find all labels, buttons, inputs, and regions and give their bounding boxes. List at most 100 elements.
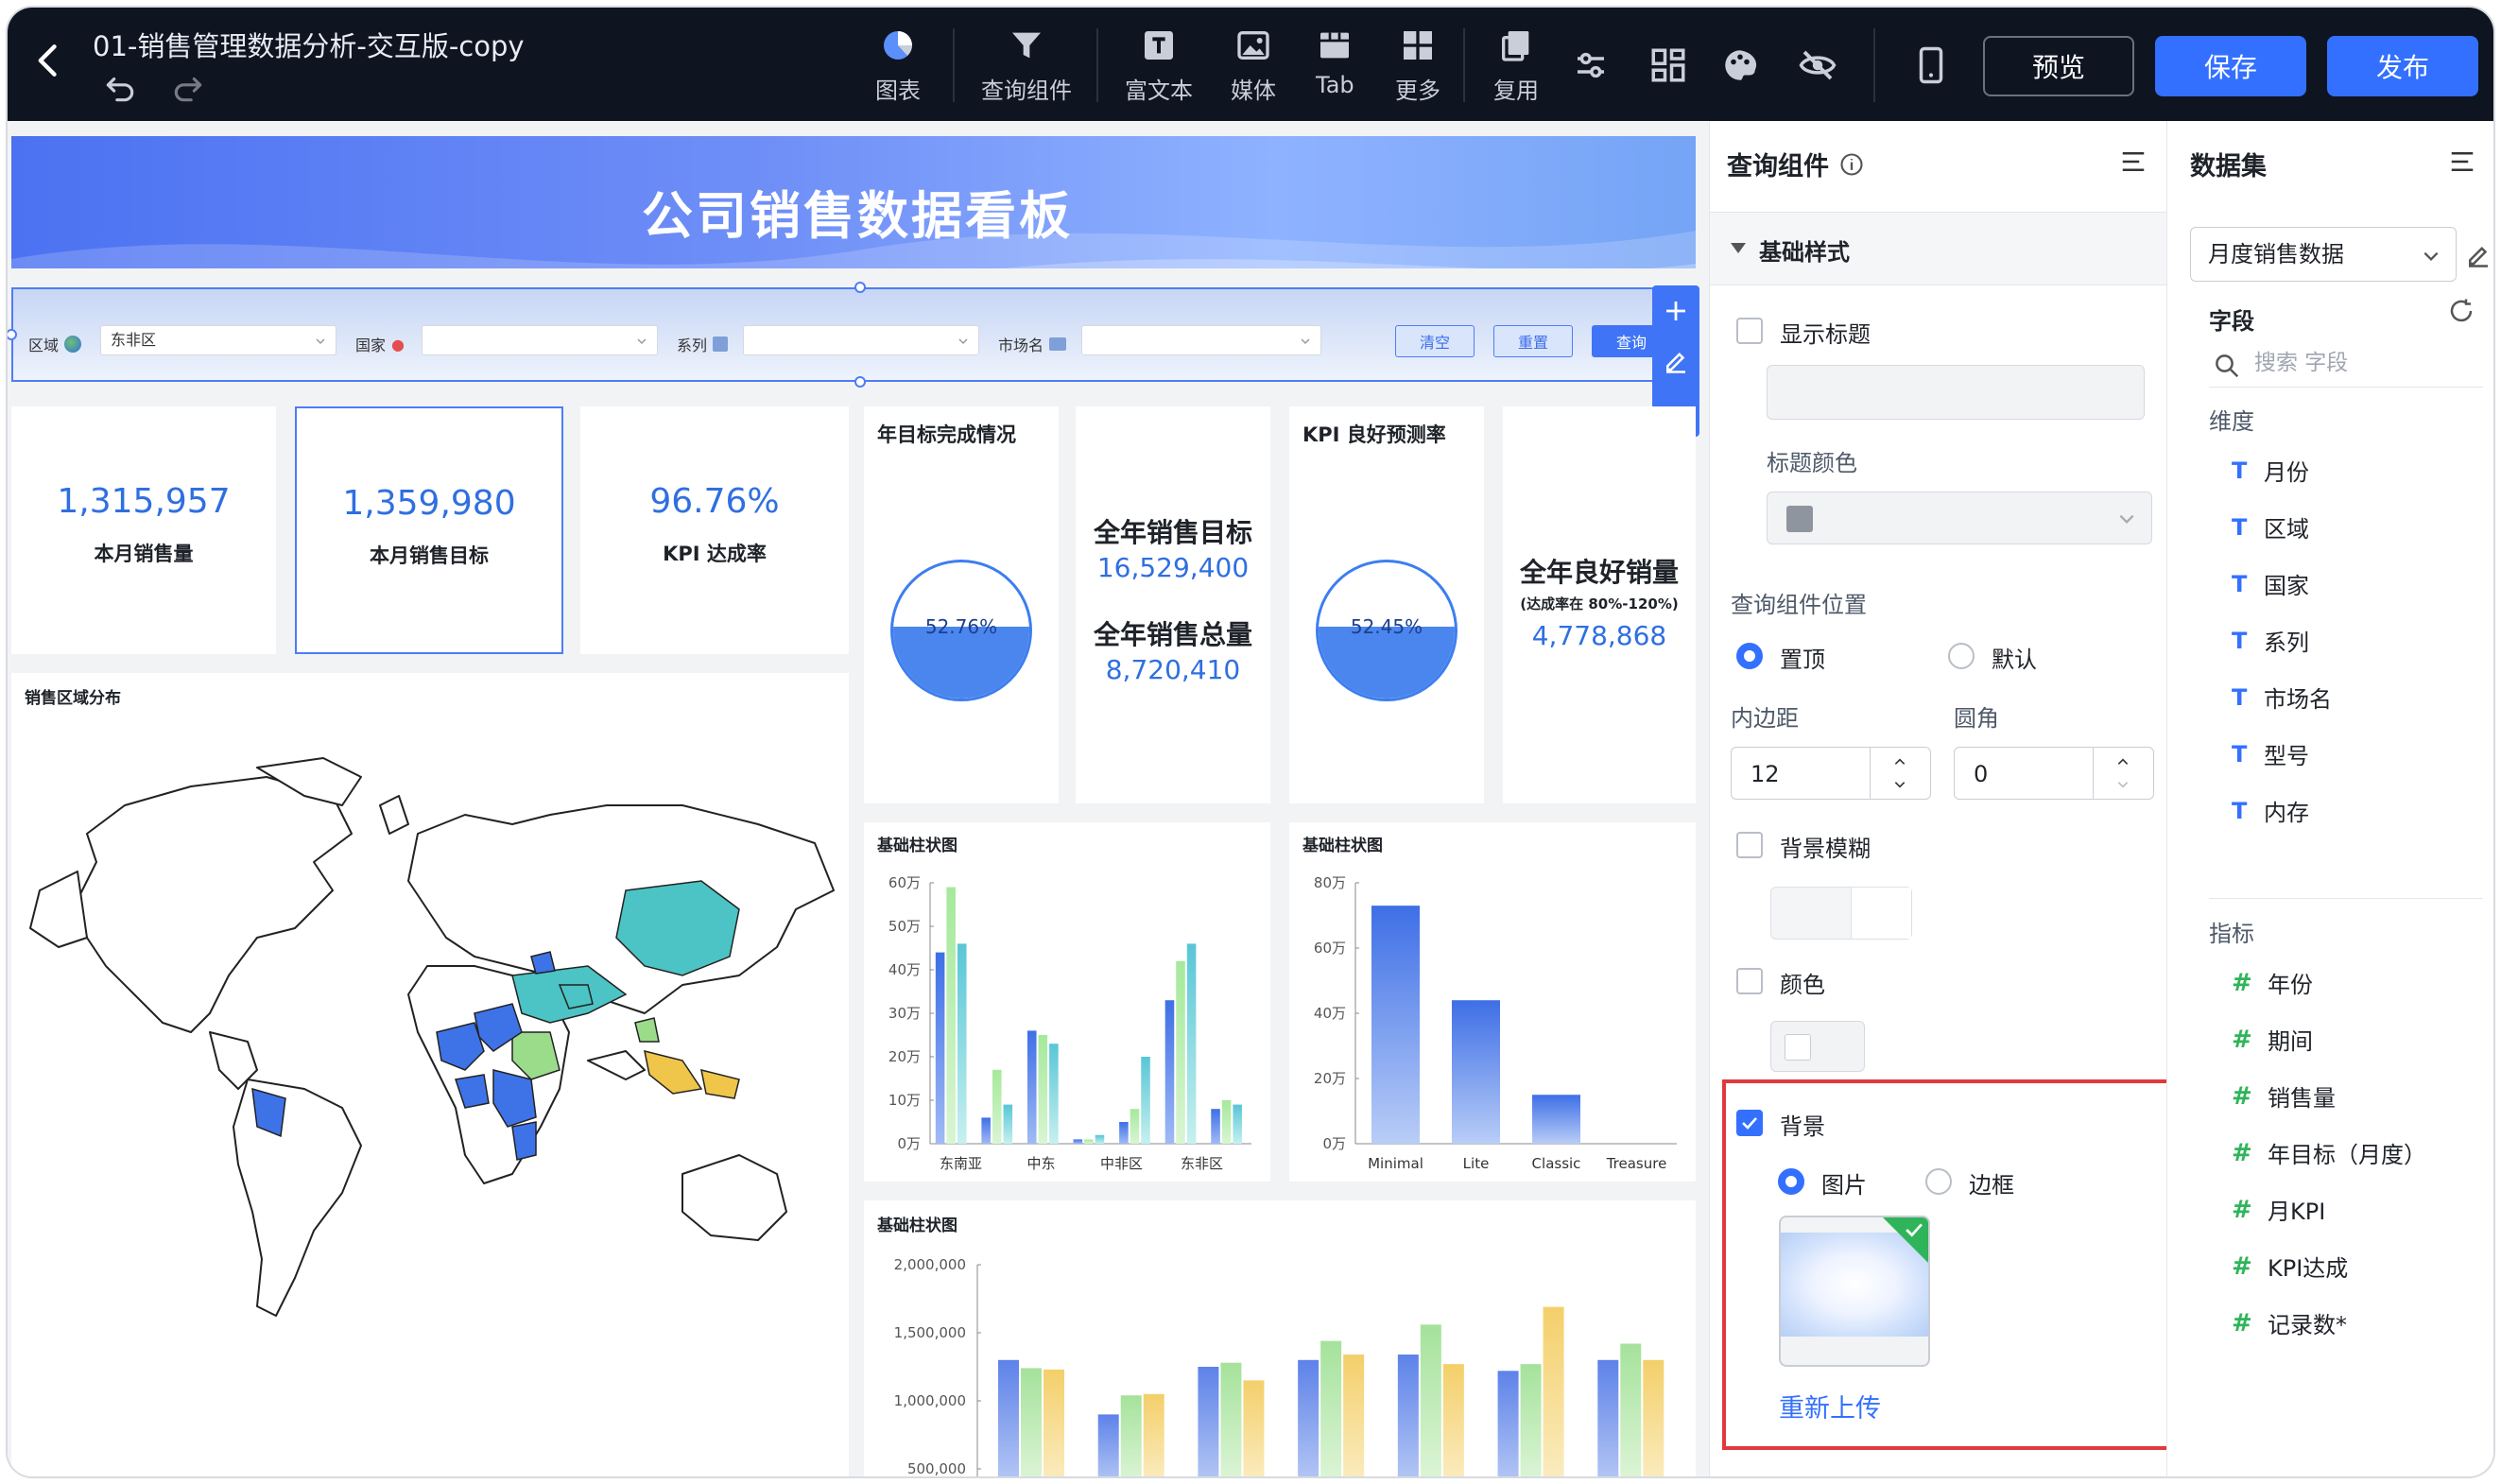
show-title-checkbox[interactable] <box>1736 318 1763 344</box>
series-select[interactable] <box>743 325 979 355</box>
mobile-icon[interactable] <box>1911 45 1951 85</box>
bar <box>1073 1139 1083 1144</box>
panel-menu-icon[interactable] <box>2117 147 2149 176</box>
bar <box>1221 1100 1232 1144</box>
bar <box>1198 1367 1219 1476</box>
refresh-icon[interactable] <box>2447 297 2475 325</box>
position-default-radio[interactable] <box>1948 643 1975 669</box>
undo-icon[interactable] <box>102 70 138 106</box>
title-banner[interactable]: 公司销售数据看板 <box>11 136 1696 268</box>
top-toolbar: 01-销售管理数据分析-交互版-copy 图表 查询组件 富文本 媒体 Tab … <box>8 8 2493 121</box>
resize-handle[interactable] <box>854 376 866 388</box>
region-select[interactable]: 东非区 <box>100 325 336 355</box>
palette-icon[interactable] <box>1720 45 1760 85</box>
measure-field[interactable]: # 记录数* <box>2232 1306 2347 1339</box>
stepper-buttons[interactable] <box>1870 748 1930 799</box>
world-map[interactable] <box>21 749 839 1335</box>
edit-icon[interactable] <box>1662 346 1690 374</box>
measure-field[interactable]: # KPI达成 <box>2232 1250 2348 1283</box>
good-sales-card[interactable]: 全年良好销量 (达成率在 80%-120%) 4,778,868 <box>1503 406 1696 803</box>
bar <box>1130 1109 1140 1144</box>
y-tick-label: 2,000,000 <box>894 1256 966 1273</box>
basic-style-section[interactable]: 基础样式 <box>1710 212 2167 285</box>
kpi-forecast-card[interactable]: KPI 良好预测率 52.45% <box>1289 406 1484 803</box>
bar-chart-model[interactable]: 基础柱状图 0万 20万 40万 60万 80万 Minimal Lite Classic Tr… <box>1289 822 1696 1182</box>
reset-button[interactable]: 重置 <box>1493 325 1573 357</box>
region-label: 区域 <box>28 333 82 355</box>
kpi-card-monthly-sales[interactable]: 1,315,957 本月销售量 <box>11 406 276 654</box>
measure-field[interactable]: # 年份 <box>2232 966 2313 999</box>
annual-summary-card[interactable]: 全年销售目标 16,529,400 全年销售总量 8,720,410 <box>1076 406 1270 803</box>
info-icon[interactable] <box>1838 151 1865 178</box>
kpi-card-kpi-rate[interactable]: 96.76% KPI 达成率 <box>580 406 849 654</box>
dimension-field[interactable]: T 市场名 <box>2232 681 2332 714</box>
radius-stepper[interactable]: 0 <box>1954 747 2154 800</box>
chevron-up-icon[interactable] <box>2116 755 2130 768</box>
sales-region-map-card[interactable]: 销售区域分布 <box>11 673 849 1476</box>
annual-target-label: 全年销售目标 <box>1093 517 1252 548</box>
tool-richtext[interactable]: 富文本 <box>1125 26 1193 105</box>
tool-media[interactable]: 媒体 <box>1231 26 1276 105</box>
market-select[interactable] <box>1081 325 1321 355</box>
chevron-up-icon[interactable] <box>1893 755 1906 768</box>
kpi-card-monthly-target[interactable]: 1,359,980 本月销售目标 <box>295 406 563 654</box>
dimension-field[interactable]: T 月份 <box>2232 454 2309 487</box>
position-top-label: 置顶 <box>1780 647 1825 673</box>
collapse-caret-icon <box>1731 243 1746 253</box>
document-title[interactable]: 01-销售管理数据分析-交互版-copy <box>93 25 525 64</box>
measure-field[interactable]: # 月KPI <box>2232 1193 2325 1226</box>
position-top-radio[interactable] <box>1736 643 1763 669</box>
measure-field[interactable]: # 年目标（月度） <box>2232 1136 2426 1169</box>
back-arrow-icon[interactable] <box>28 40 70 81</box>
dimension-field[interactable]: T 型号 <box>2232 737 2309 770</box>
eye-off-icon[interactable] <box>1798 45 1837 85</box>
panel-menu-icon[interactable] <box>2446 147 2478 176</box>
tool-reuse[interactable]: 复用 <box>1493 26 1539 105</box>
resize-handle[interactable] <box>854 282 866 293</box>
text-type-icon: T <box>2232 570 2248 597</box>
save-button[interactable]: 保存 <box>2155 36 2306 96</box>
layout-icon[interactable] <box>1648 45 1688 85</box>
query-component[interactable]: 区域 东非区 国家 ● 系列 市场名 清空 重置 查询 <box>11 287 1686 382</box>
bg-blur-checkbox[interactable] <box>1736 832 1763 858</box>
measure-field[interactable]: # 销售量 <box>2232 1079 2336 1113</box>
sliders-icon[interactable] <box>1571 45 1611 85</box>
measure-field[interactable]: # 期间 <box>2232 1023 2313 1056</box>
bg-image-radio[interactable] <box>1778 1168 1804 1195</box>
title-color-picker[interactable] <box>1767 492 2152 544</box>
tool-query[interactable]: 查询组件 <box>981 26 1072 105</box>
redo-icon[interactable] <box>170 70 206 106</box>
year-target-card[interactable]: 年目标完成情况 52.76% <box>864 406 1059 803</box>
number-type-icon: # <box>2232 1138 2252 1167</box>
bar-chart-1-plot: 0万 10万 20万 30万 40万 50万 60万东南亚 中东 中非区 东非区 <box>888 874 1251 1172</box>
plus-icon[interactable] <box>1662 297 1690 325</box>
tool-chart[interactable]: 图表 <box>875 26 921 105</box>
publish-button[interactable]: 发布 <box>2327 36 2478 96</box>
title-input[interactable] <box>1767 365 2145 420</box>
padding-stepper[interactable]: 12 <box>1731 747 1931 800</box>
background-checkbox[interactable] <box>1736 1110 1763 1136</box>
bg-border-radio[interactable] <box>1925 1168 1952 1195</box>
bar-chart-monthly[interactable]: 基础柱状图 500,000 1,000,000 1,500,000 2,000,000 <box>864 1200 1696 1476</box>
dimension-field[interactable]: T 系列 <box>2232 624 2309 657</box>
grid-icon <box>1404 31 1432 60</box>
clear-button[interactable]: 清空 <box>1395 325 1475 357</box>
dataset-select[interactable]: 月度销售数据 <box>2190 227 2457 282</box>
dimension-field[interactable]: T 国家 <box>2232 567 2309 600</box>
chevron-down-icon[interactable] <box>1893 778 1906 791</box>
field-search-input[interactable]: 搜索 字段 <box>2209 344 2483 388</box>
color-checkbox[interactable] <box>1736 968 1763 994</box>
tool-tab[interactable]: Tab <box>1316 26 1354 98</box>
dimension-field[interactable]: T 区域 <box>2232 510 2309 544</box>
edit-icon[interactable] <box>2464 240 2492 268</box>
bar-chart-region[interactable]: 基础柱状图 0万 10万 20万 30万 40万 50万 60万 东南亚 中东 中非区 东非区 <box>864 822 1270 1182</box>
country-select[interactable] <box>422 325 658 355</box>
dimension-field[interactable]: T 内存 <box>2232 794 2309 827</box>
chevron-down-icon[interactable] <box>2116 778 2130 791</box>
bg-image-thumbnail[interactable] <box>1779 1216 1930 1367</box>
preview-button[interactable]: 预览 <box>1983 36 2134 96</box>
reupload-link[interactable]: 重新上传 <box>1779 1388 1881 1424</box>
stepper-buttons[interactable] <box>2093 748 2153 799</box>
measures-label: 指标 <box>2209 921 2254 947</box>
tool-more[interactable]: 更多 <box>1395 26 1440 105</box>
